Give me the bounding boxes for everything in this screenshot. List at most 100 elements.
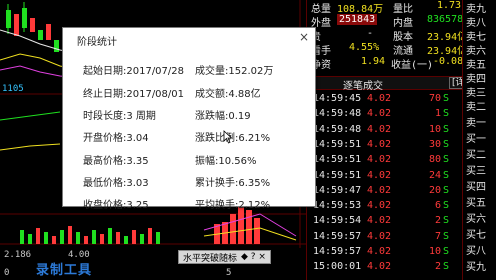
tick-price: 4.02 [367, 123, 392, 135]
close-price-field: 收盘价格:3.25 [83, 200, 149, 211]
mouse-cursor-icon [223, 130, 233, 144]
order-book-side-label: 买三 [466, 166, 486, 177]
tick-flag: S [443, 230, 450, 242]
tick-time: 15:00:01 [313, 261, 362, 273]
tick-flag: S [443, 108, 450, 120]
tick-time: 14:59:57 [313, 230, 362, 242]
order-book-side-label: 买二 [466, 150, 486, 161]
quote-value: 108.84万 [337, 4, 384, 15]
order-book-side-label: 卖五 [466, 60, 486, 71]
tick-price: 4.02 [367, 246, 392, 257]
turnover-field: 成交额:4.88亿 [195, 89, 261, 100]
quote-value: 1.94 [361, 56, 386, 67]
tick-volume: 7 [434, 230, 441, 242]
tick-time: 14:59:45 [313, 93, 362, 104]
tick-price: 4.02 [367, 93, 392, 104]
trade-tick-row: 14:59:51 4.02 24 S [307, 169, 483, 185]
cumulative-turnover-field: 累计换手:6.35% [195, 178, 271, 189]
tick-time: 14:59:51 [313, 154, 362, 166]
quote-value: - [367, 28, 374, 39]
tick-flag: S [443, 200, 450, 212]
candles [6, 2, 59, 52]
quote-label: 收益(一) [391, 60, 434, 71]
trade-tick-row: 14:59:57 4.02 7 S [307, 230, 483, 246]
order-book-side-label: 卖一 [466, 118, 486, 129]
trade-tick-row: 14:59:54 4.02 2 S [307, 214, 483, 230]
tick-flag: S [443, 169, 450, 181]
quote-value: 836578 [427, 14, 464, 25]
quote-label: 流通 [393, 46, 413, 57]
tick-price: 4.02 [367, 169, 392, 181]
tick-volume: 20 [428, 184, 441, 196]
order-book-side-label: 卖四 [466, 74, 486, 85]
order-book-side-label: 卖六 [466, 46, 486, 57]
low-price-field: 最低价格:3.03 [83, 178, 149, 189]
tick-price: 4.02 [367, 230, 392, 242]
watermark-logo: 录制工具 [36, 263, 93, 278]
tick-flag: S [443, 93, 450, 104]
quote-label: 总量 [311, 4, 331, 15]
order-book-side-label: 买六 [466, 214, 486, 225]
trade-tick-row: 14:59:57 4.02 10 S [307, 245, 483, 261]
tick-flag: S [443, 261, 450, 273]
order-book-side-label: 买一 [466, 134, 486, 145]
tick-flag: S [443, 138, 450, 150]
trade-tick-row: 14:59:48 4.02 10 S [307, 123, 483, 139]
stage-statistics-dialog[interactable]: 阶段统计 × 起始日期:2017/07/28 终止日期:2017/08/01 时… [62, 27, 316, 211]
close-icon[interactable]: × [297, 31, 311, 45]
tick-volume: 10 [428, 123, 441, 135]
tick-price: 4.02 [367, 184, 392, 196]
order-book-side-label: 卖九 [466, 4, 486, 15]
order-book-side-label: 买七 [466, 230, 486, 241]
trade-tick-row: 14:59:48 4.02 1 S [307, 107, 483, 123]
indicator-tab-label: 水平突破随标 [183, 253, 238, 264]
quote-label: 股本 [393, 32, 413, 43]
trade-detail-title: 逐笔成交 [343, 81, 383, 92]
order-book-side-label: 卖七 [466, 32, 486, 43]
quote-label: 内盘 [393, 18, 413, 29]
quote-value: 4.55% [349, 42, 380, 53]
end-date-field: 终止日期:2017/08/01 [83, 89, 185, 100]
tick-price: 4.02 [367, 200, 392, 212]
volume-field: 成交量:152.02万 [195, 66, 274, 77]
volume-bars [20, 206, 260, 244]
indicator-tab-controls[interactable]: ◆ ? × [241, 252, 266, 262]
tick-volume: 2 [434, 261, 441, 273]
start-date-field: 起始日期:2017/07/28 [83, 66, 185, 77]
tick-time: 14:59:51 [313, 138, 362, 150]
open-price-field: 开盘价格:3.04 [83, 133, 149, 144]
tick-flag: S [443, 215, 450, 227]
dialog-titlebar[interactable]: 阶段统计 × [63, 28, 315, 50]
tick-volume: 80 [428, 154, 441, 166]
tick-volume: 10 [428, 246, 441, 257]
order-book-side-label: 买四 [466, 182, 486, 193]
tick-price: 4.02 [367, 215, 392, 227]
tick-flag: S [443, 154, 450, 166]
order-book-side-label: 买九 [466, 262, 486, 273]
tick-time: 14:59:48 [313, 108, 362, 120]
trade-tick-row: 15:00:01 4.02 2 S [307, 260, 483, 276]
tick-price: 4.02 [367, 261, 392, 273]
order-book-side-label: 卖八 [466, 18, 486, 29]
average-turnover-field: 平均换手:2.12% [195, 200, 271, 211]
dialog-title: 阶段统计 [77, 37, 117, 48]
trade-tick-row: 14:59:53 4.02 6 S [307, 199, 483, 215]
period-length-field: 时段长度:3 周期 [83, 111, 156, 122]
bottom-tick-0: 0 [4, 268, 10, 278]
tick-volume: 2 [434, 215, 441, 227]
tick-flag: S [443, 184, 450, 196]
tick-volume: 1 [434, 108, 441, 120]
indicator-tab[interactable]: 水平突破随标 ◆ ? × [178, 250, 271, 264]
tick-time: 14:59:51 [313, 169, 362, 181]
quote-value: 251843 [337, 14, 378, 25]
trade-tick-row: 14:59:47 4.02 20 S [307, 184, 483, 200]
trade-tick-row: 14:59:51 4.02 80 S [307, 153, 483, 169]
tick-price: 4.02 [367, 108, 392, 120]
change-field: 涨跌幅:0.19 [195, 111, 251, 122]
price-label-1: 2.186 [4, 250, 32, 260]
tick-volume: 30 [428, 138, 441, 150]
tick-time: 14:59:54 [313, 215, 362, 227]
tick-flag: S [443, 123, 450, 135]
tick-time: 14:59:53 [313, 200, 362, 212]
quote-value: 1.73 [437, 0, 462, 11]
